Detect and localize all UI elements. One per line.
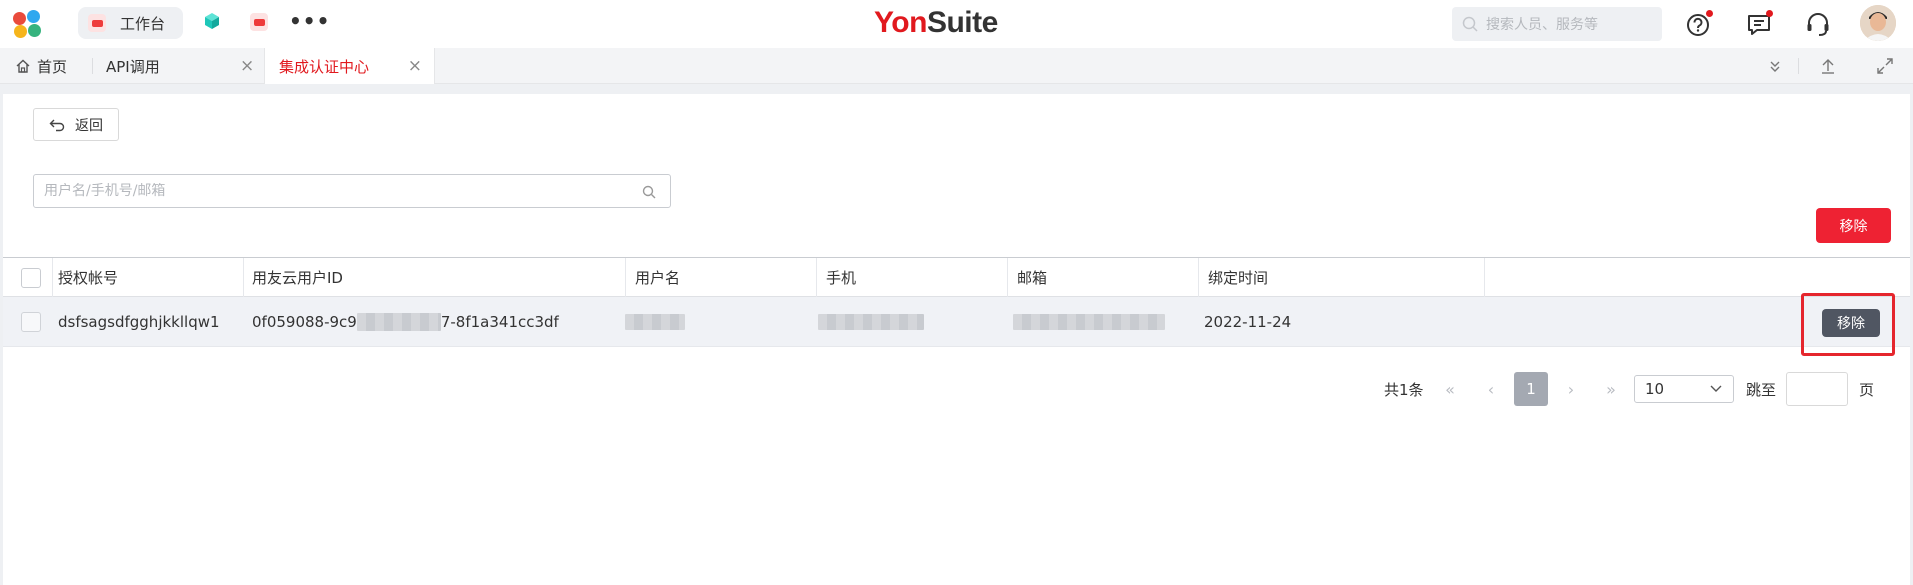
jump-to-label: 跳至 bbox=[1746, 380, 1777, 399]
workbench-button[interactable]: 工作台 bbox=[78, 7, 183, 39]
tab-label: 集成认证中心 bbox=[279, 57, 370, 76]
select-all-checkbox[interactable] bbox=[21, 268, 41, 288]
column-divider bbox=[52, 258, 53, 298]
user-id-suffix: 7-8f1a341cc3df bbox=[440, 312, 559, 331]
headset-icon[interactable] bbox=[1804, 10, 1832, 38]
tab-home[interactable]: 首页 bbox=[15, 48, 67, 84]
column-header-account: 授权帐号 bbox=[58, 268, 119, 287]
user-id-prefix: 0f059088-9c9 bbox=[252, 312, 357, 331]
redacted-block bbox=[818, 313, 924, 330]
column-divider bbox=[1198, 258, 1199, 298]
page-button-current[interactable]: 1 bbox=[1514, 372, 1548, 406]
column-divider bbox=[1007, 258, 1008, 298]
app-menu-icon[interactable] bbox=[13, 10, 43, 38]
tab-label: API调用 bbox=[106, 57, 160, 76]
global-search-input[interactable]: 搜索人员、服务等 bbox=[1452, 7, 1662, 41]
column-header-username: 用户名 bbox=[635, 268, 681, 287]
column-header-user-id: 用友云用户ID bbox=[252, 268, 343, 287]
pagination-total: 共1条 bbox=[1384, 380, 1424, 399]
cell-user-id: 0f059088-9c9 7-8f1a341cc3df bbox=[252, 297, 559, 346]
remove-button[interactable]: 移除 bbox=[1816, 208, 1891, 243]
column-header-email: 邮箱 bbox=[1017, 268, 1048, 287]
cell-email bbox=[1013, 297, 1165, 346]
cell-account: dsfsagsdfgghjkkllqw1 bbox=[58, 312, 220, 331]
app-icon bbox=[88, 14, 106, 32]
tab-divider bbox=[92, 58, 93, 74]
chevron-down-icon bbox=[1710, 385, 1722, 392]
first-page-icon[interactable]: « bbox=[1440, 372, 1460, 406]
tab-bar: 首页 API调用 × 集成认证中心 × bbox=[0, 48, 1913, 84]
prev-page-icon[interactable]: ‹ bbox=[1481, 372, 1501, 406]
user-search-field[interactable] bbox=[33, 174, 671, 208]
toolbar-divider bbox=[1798, 58, 1799, 74]
brand-logo-part2: Suite bbox=[926, 6, 998, 39]
redacted-block bbox=[1013, 313, 1165, 330]
column-divider bbox=[243, 258, 244, 298]
back-button[interactable]: 返回 bbox=[33, 108, 119, 141]
last-page-icon[interactable]: » bbox=[1601, 372, 1621, 406]
cube-icon[interactable] bbox=[203, 12, 221, 30]
help-icon[interactable] bbox=[1685, 10, 1713, 38]
top-bar: 工作台 ••• YonSuite 搜索人员、服务等 bbox=[0, 0, 1913, 48]
column-divider bbox=[816, 258, 817, 298]
redacted-block bbox=[625, 313, 685, 330]
page-size-value: 10 bbox=[1645, 380, 1665, 398]
brand-logo-part1: Yon bbox=[874, 6, 927, 39]
table-header: 授权帐号 用友云用户ID 用户名 手机 邮箱 绑定时间 bbox=[3, 257, 1910, 298]
user-search-input[interactable] bbox=[44, 183, 624, 199]
upload-icon[interactable] bbox=[1818, 56, 1838, 76]
chevrons-down-icon[interactable] bbox=[1765, 56, 1785, 76]
cell-phone bbox=[818, 297, 924, 346]
close-icon[interactable]: × bbox=[240, 56, 254, 76]
page-unit-label: 页 bbox=[1859, 380, 1875, 399]
cell-username bbox=[625, 297, 685, 346]
cell-bind-time: 2022-11-24 bbox=[1204, 312, 1292, 331]
search-icon[interactable] bbox=[642, 185, 656, 199]
table-row[interactable]: dsfsagsdfgghjkkllqw1 0f059088-9c9 7-8f1a3… bbox=[3, 297, 1910, 347]
more-icon[interactable]: ••• bbox=[289, 11, 330, 31]
column-divider bbox=[1484, 258, 1485, 298]
tab-integration-auth[interactable]: 集成认证中心 × bbox=[264, 48, 435, 84]
redacted-block bbox=[356, 312, 441, 331]
next-page-icon[interactable]: › bbox=[1561, 372, 1581, 406]
row-checkbox[interactable] bbox=[21, 312, 41, 332]
back-arrow-icon bbox=[49, 119, 65, 131]
column-divider bbox=[625, 258, 626, 298]
app-shortcut-icon[interactable] bbox=[250, 13, 268, 31]
user-avatar[interactable] bbox=[1860, 5, 1896, 41]
tab-api[interactable]: API调用 × bbox=[106, 48, 254, 84]
close-icon[interactable]: × bbox=[408, 56, 422, 76]
message-icon[interactable] bbox=[1745, 10, 1773, 38]
workbench-label: 工作台 bbox=[120, 14, 166, 33]
column-header-phone: 手机 bbox=[826, 268, 857, 287]
global-search-placeholder: 搜索人员、服务等 bbox=[1486, 17, 1598, 33]
brand-logo: YonSuite bbox=[874, 6, 998, 40]
row-remove-button[interactable]: 移除 bbox=[1822, 309, 1880, 337]
search-icon bbox=[1462, 16, 1478, 32]
page-size-select[interactable]: 10 bbox=[1634, 375, 1734, 403]
bound-users-table: 授权帐号 用友云用户ID 用户名 手机 邮箱 绑定时间 dsfsagsdfggh… bbox=[3, 257, 1910, 347]
tab-label: 首页 bbox=[37, 57, 68, 76]
home-icon bbox=[16, 59, 30, 73]
fullscreen-icon[interactable] bbox=[1875, 56, 1895, 76]
column-header-bind-time: 绑定时间 bbox=[1208, 268, 1269, 287]
back-label: 返回 bbox=[75, 116, 103, 133]
jump-page-input[interactable] bbox=[1786, 372, 1848, 406]
